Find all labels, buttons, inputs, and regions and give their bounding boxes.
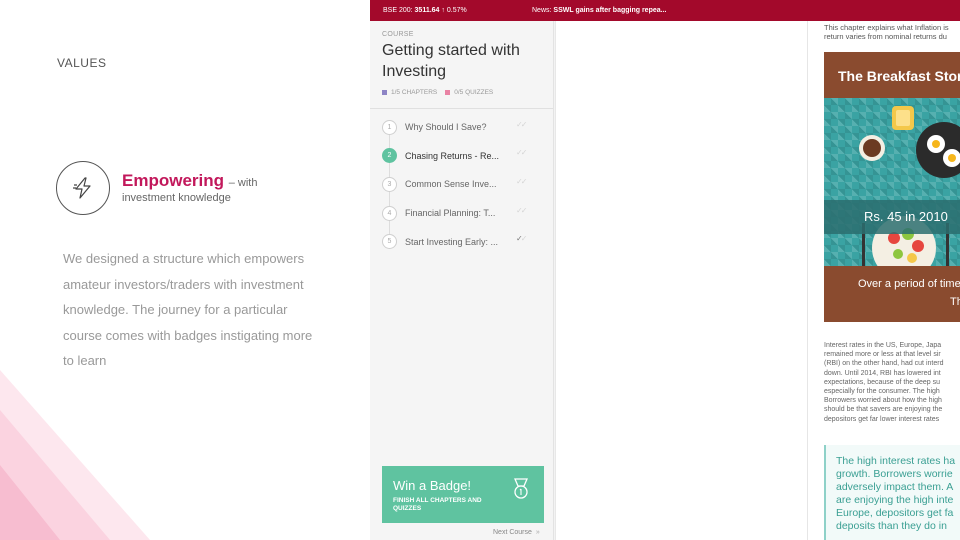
badge-title: Win a Badge! <box>393 478 472 493</box>
chapter-name: Common Sense Inve... <box>405 179 497 190</box>
section-label: VALUES <box>57 56 107 70</box>
chapter-status-checks-icon: ✓✓ <box>516 176 527 186</box>
chapters-stat: 1/5 CHAPTERS <box>382 89 437 96</box>
win-badge-card[interactable]: Win a Badge! FINISH ALL CHAPTERS AND QUI… <box>382 466 544 523</box>
breakfast-story-infographic: The Breakfast Story Rs. 45 in 2010 Over … <box>824 52 960 322</box>
course-title: Getting started with Investing <box>382 42 520 80</box>
feature-subtitle: investment knowledge <box>122 192 231 204</box>
chapter-name: Start Investing Early: ... <box>405 236 499 247</box>
index-change: ↑ 0.57% <box>441 7 467 14</box>
breakfast-illustration-icon <box>859 106 960 280</box>
article-body: Interest rates in the US, Europe, Japa r… <box>824 342 944 423</box>
chapter-status-checks-icon: ✓✓ <box>516 148 527 158</box>
feature-title-text: Empowering <box>122 171 225 190</box>
course-sidebar: COURSE Getting started with Investing 1/… <box>370 21 554 540</box>
content-area <box>555 21 807 540</box>
chapter-status-checks-icon: ✓✓ <box>516 119 527 129</box>
article-pull-quote: The high interest rates ha growth. Borro… <box>824 445 960 540</box>
news-headline: SSWL gains after bagging repea... <box>553 7 667 14</box>
chapter-number: 3 <box>382 176 397 192</box>
article-panel: This chapter explains what Inflation is … <box>807 21 960 540</box>
infographic-title: The Breakfast Story <box>838 68 960 84</box>
chapter-status-checks-icon: ✓✓ <box>516 205 527 215</box>
chapter-name: Financial Planning: T... <box>405 208 496 219</box>
infographic-caption: Over a period of time <box>858 278 960 290</box>
quizzes-stat: 0/5 QUIZZES <box>445 89 493 96</box>
course-kicker: COURSE <box>382 31 414 38</box>
medal-icon <box>513 478 529 505</box>
infographic-caption-2: Th <box>950 296 960 308</box>
feature-description: We designed a structure which empowers a… <box>63 251 313 368</box>
chapter-number: 2 <box>382 148 397 164</box>
index-ticker[interactable]: BSE 200: 3511.64 ↑ 0.57% <box>383 7 467 14</box>
chapter-number: 1 <box>382 119 397 135</box>
chapter-number: 4 <box>382 205 397 221</box>
divider <box>370 108 553 109</box>
decorative-shape <box>0 370 150 540</box>
feature-title-suffix: – with <box>228 177 258 189</box>
chapter-name: Why Should I Save? <box>405 122 487 133</box>
market-ticker-bar: BSE 200: 3511.64 ↑ 0.57% News: SSWL gain… <box>370 0 960 21</box>
article-intro: This chapter explains what Inflation is … <box>824 23 949 41</box>
feature-title: Empowering – with <box>122 171 258 191</box>
chapter-item-3[interactable]: 3 Common Sense Inve... ✓✓ <box>370 170 553 199</box>
index-value: 3511.64 <box>414 7 440 14</box>
values-panel: VALUES Empowering – with investment know… <box>0 0 370 540</box>
app-screenshot: BSE 200: 3511.64 ↑ 0.57% News: SSWL gain… <box>370 0 960 540</box>
tablecloth-illustration <box>824 98 960 280</box>
chapter-item-4[interactable]: 4 Financial Planning: T... ✓✓ <box>370 199 553 228</box>
badge-subtitle: FINISH ALL CHAPTERS AND QUIZZES <box>393 497 482 512</box>
chapter-name: Chasing Returns - Re... <box>405 150 500 161</box>
chapter-status-checks-icon: ✓✓ <box>516 234 527 244</box>
chapter-list: 1 Why Should I Save? ✓✓ 2 Chasing Return… <box>370 113 553 256</box>
chapter-number: 5 <box>382 234 397 250</box>
chevron-right-icon: » <box>535 529 540 536</box>
lightning-icon <box>56 161 110 215</box>
infographic-price: Rs. 45 in 2010 <box>864 209 948 224</box>
chapter-item-2[interactable]: 2 Chasing Returns - Re... ✓✓ <box>370 142 553 171</box>
chapter-item-5[interactable]: 5 Start Investing Early: ... ✓✓ <box>370 227 553 256</box>
next-course-link[interactable]: Next Course» <box>493 529 540 536</box>
course-progress-stats: 1/5 CHAPTERS 0/5 QUIZZES <box>382 89 493 96</box>
chapter-item-1[interactable]: 1 Why Should I Save? ✓✓ <box>370 113 553 142</box>
news-ticker[interactable]: News: SSWL gains after bagging repea... <box>532 7 666 14</box>
